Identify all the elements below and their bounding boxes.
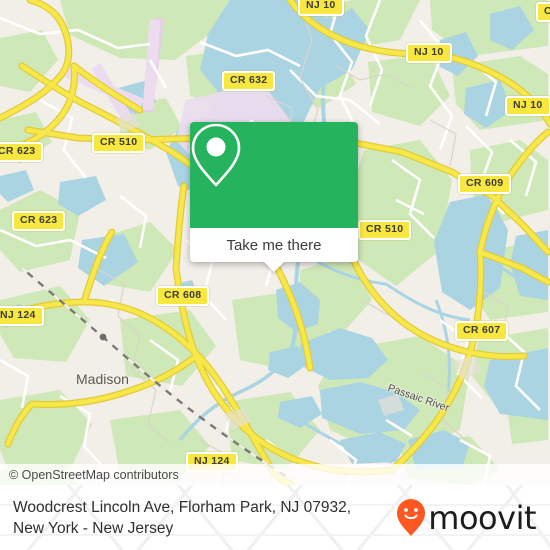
place-label-madison: Madison bbox=[76, 371, 129, 387]
popup-card-header bbox=[190, 122, 358, 228]
road-shield: CR 623 bbox=[0, 142, 44, 162]
road-shield: CR 608 bbox=[156, 286, 210, 306]
take-me-there-button[interactable]: Take me there bbox=[226, 237, 321, 254]
road-shield: NJ 10 bbox=[406, 43, 452, 63]
moovit-logo[interactable]: moovit bbox=[396, 498, 536, 538]
road-shield: CR 510 bbox=[92, 133, 146, 153]
popup-card-footer[interactable]: Take me there bbox=[190, 228, 358, 262]
road-shield: NJ 124 bbox=[0, 306, 44, 326]
madison-station-dot bbox=[99, 333, 107, 341]
map-canvas[interactable]: NJ 10 NJ 10 NJ 10 CR 632 CR 510 CR 510 CR 623 C… bbox=[0, 0, 550, 485]
attribution-text: © OpenStreetMap contributors bbox=[9, 467, 179, 482]
road-shield: CR 510 bbox=[358, 220, 412, 240]
address-block: Woodcrest Lincoln Ave, Florham Park, NJ … bbox=[13, 497, 351, 539]
location-popup-card[interactable]: Take me there bbox=[190, 122, 358, 272]
moovit-map-screenshot: NJ 10 NJ 10 NJ 10 CR 632 CR 510 CR 510 CR 623 C… bbox=[0, 0, 550, 550]
page-footer: Woodcrest Lincoln Ave, Florham Park, NJ … bbox=[0, 485, 550, 550]
road-shield: CR 632 bbox=[222, 71, 276, 91]
road-shield: CR 623 bbox=[12, 211, 66, 231]
road-shield: C bbox=[536, 2, 550, 22]
moovit-wordmark: moovit bbox=[428, 498, 536, 537]
address-line-1: Woodcrest Lincoln Ave, Florham Park, NJ … bbox=[13, 498, 352, 516]
popup-card-tail bbox=[263, 261, 285, 272]
moovit-pin-icon bbox=[397, 498, 426, 536]
road-shield: NJ 10 bbox=[505, 96, 550, 116]
address-line-2: New York - New Jersey bbox=[13, 519, 174, 537]
map-pin-icon bbox=[191, 123, 241, 187]
map-attribution: © OpenStreetMap contributors bbox=[0, 464, 550, 485]
road-shield: CR 609 bbox=[458, 174, 512, 194]
road-shield: CR 607 bbox=[455, 321, 509, 341]
road-shield: NJ 10 bbox=[298, 0, 344, 16]
